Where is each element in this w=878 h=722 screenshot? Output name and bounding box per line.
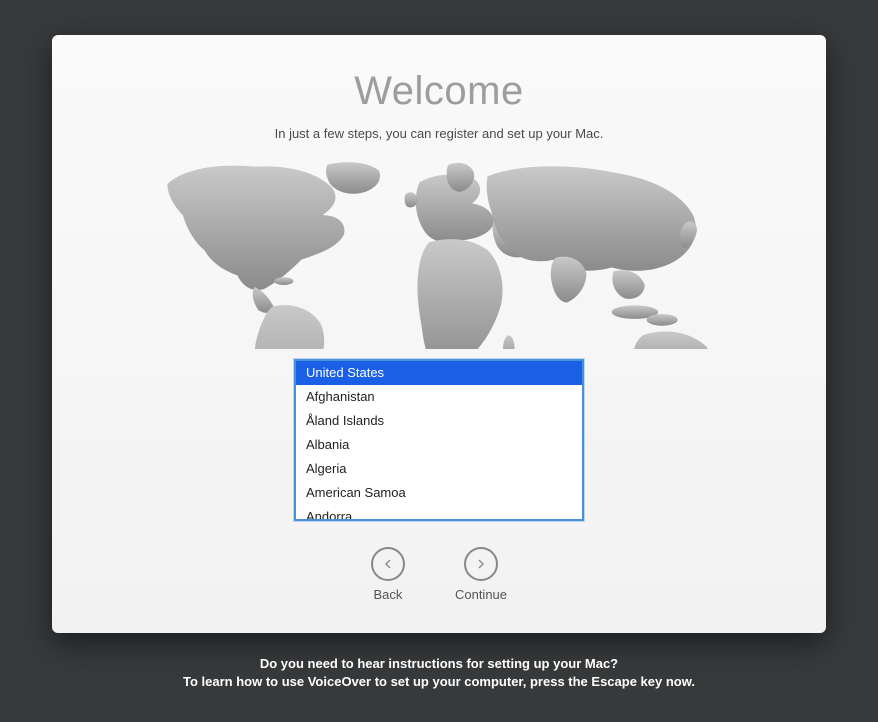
nav-buttons: Back Continue (371, 547, 507, 602)
country-list-item[interactable]: Andorra (296, 505, 582, 521)
arrow-right-icon (464, 547, 498, 581)
country-list-item[interactable]: American Samoa (296, 481, 582, 505)
back-button[interactable]: Back (371, 547, 405, 602)
voiceover-hint: Do you need to hear instructions for set… (183, 655, 695, 691)
continue-button[interactable]: Continue (455, 547, 507, 602)
voiceover-hint-line2: To learn how to use VoiceOver to set up … (183, 673, 695, 691)
country-list[interactable]: United StatesAfghanistanÅland IslandsAlb… (294, 359, 584, 521)
country-list-item[interactable]: Algeria (296, 457, 582, 481)
voiceover-hint-line1: Do you need to hear instructions for set… (183, 655, 695, 673)
country-list-item[interactable]: Afghanistan (296, 385, 582, 409)
setup-panel: Welcome In just a few steps, you can reg… (52, 35, 826, 633)
continue-button-label: Continue (455, 587, 507, 602)
back-button-label: Back (374, 587, 403, 602)
world-map-icon (119, 155, 759, 349)
country-list-item[interactable]: Albania (296, 433, 582, 457)
arrow-left-icon (371, 547, 405, 581)
country-list-item[interactable]: Åland Islands (296, 409, 582, 433)
page-subtitle: In just a few steps, you can register an… (275, 126, 604, 141)
page-title: Welcome (354, 69, 523, 114)
country-list-item[interactable]: United States (296, 361, 582, 385)
